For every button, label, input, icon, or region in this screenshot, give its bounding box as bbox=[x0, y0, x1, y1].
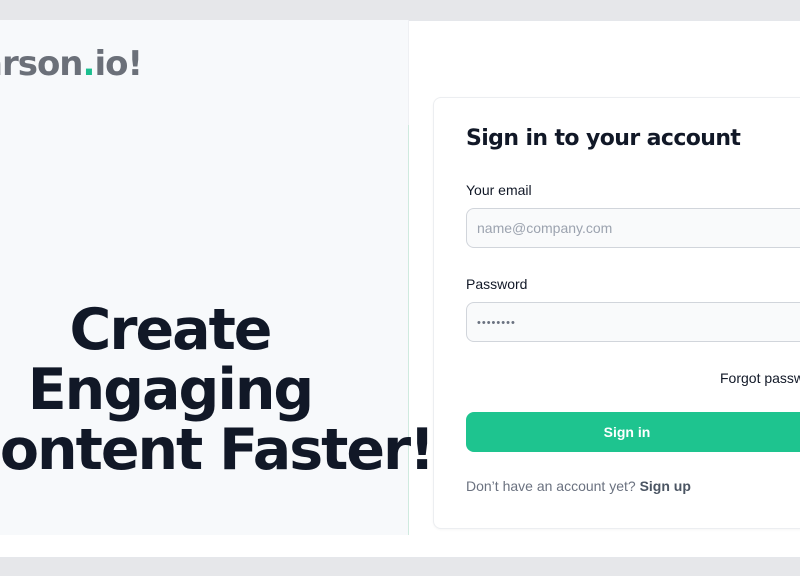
hero-line-3: Content Faster! bbox=[0, 417, 435, 483]
logo-text-tail: io! bbox=[94, 44, 143, 84]
signin-button[interactable]: Sign in bbox=[466, 412, 800, 452]
email-label: Your email bbox=[466, 182, 532, 198]
signup-prompt: Don’t have an account yet? Sign up bbox=[466, 478, 691, 494]
logo-text-main: arson bbox=[0, 44, 84, 84]
hero-headline: Create Engaging Content Faster! bbox=[0, 297, 435, 483]
signup-link[interactable]: Sign up bbox=[640, 478, 691, 494]
signin-title: Sign in to your account bbox=[466, 126, 741, 151]
email-input[interactable] bbox=[466, 208, 800, 248]
password-label: Password bbox=[466, 276, 528, 292]
password-input[interactable]: •••••••• bbox=[466, 302, 800, 342]
forgot-password-link[interactable]: Forgot passw bbox=[720, 370, 800, 386]
brand-logo[interactable]: arson.io! bbox=[0, 44, 143, 84]
no-account-text: Don’t have an account yet? bbox=[466, 478, 636, 494]
logo-dot: . bbox=[82, 44, 96, 84]
hero-line-1: Create bbox=[69, 297, 273, 363]
hero-line-2: Engaging bbox=[27, 357, 315, 423]
